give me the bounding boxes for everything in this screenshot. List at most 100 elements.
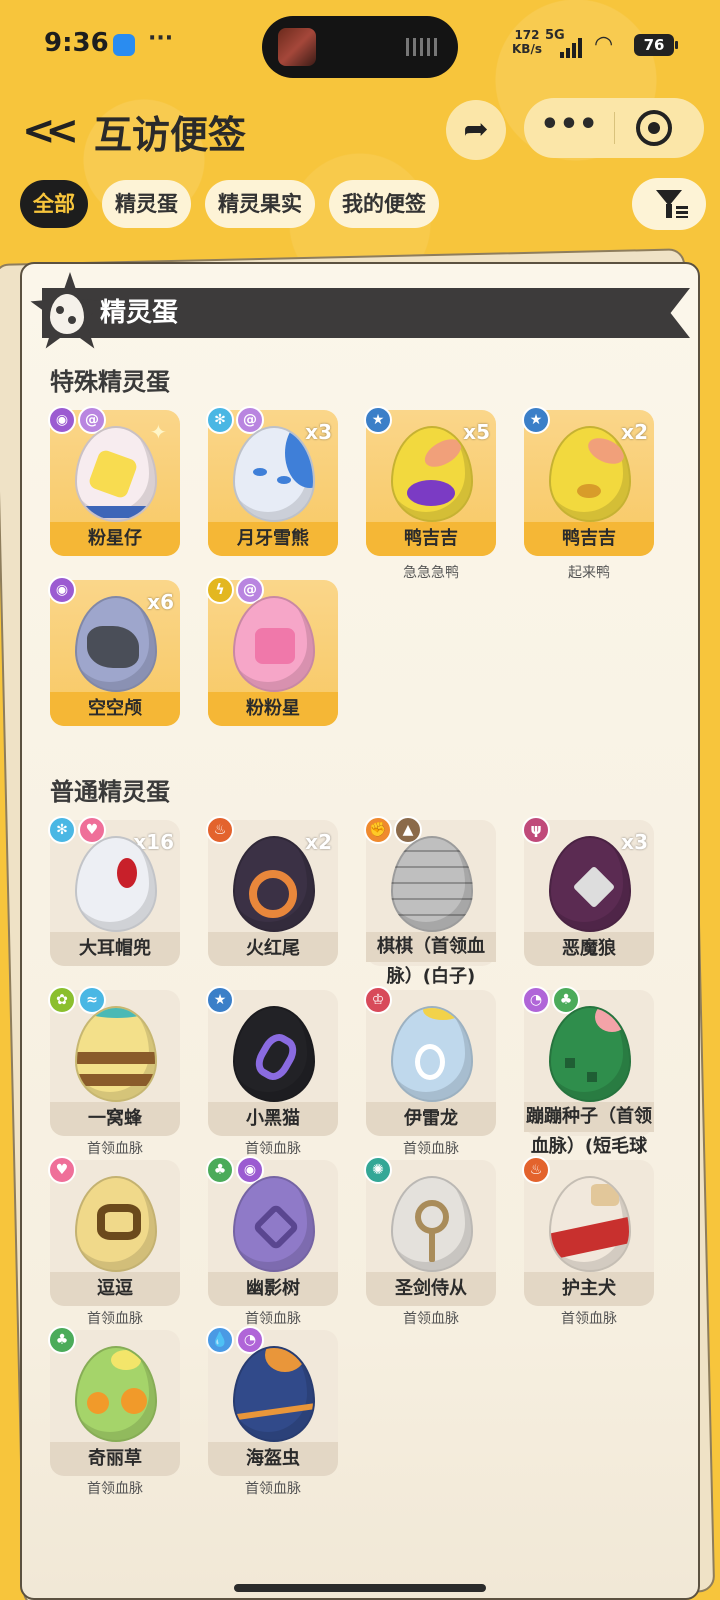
egg-subtext: 首领血脉 bbox=[87, 1311, 143, 1327]
egg-card[interactable]: ψ x3 恶魔狼 bbox=[522, 816, 654, 966]
egg-name: 鸭吉吉 bbox=[524, 522, 654, 556]
page-title: 互访便签 bbox=[94, 113, 247, 157]
star-type-icon: ★ bbox=[206, 986, 234, 1014]
egg-card[interactable]: ◉ @ ✦ 粉星仔 bbox=[48, 406, 180, 556]
egg-card[interactable]: ♨ 护主犬 bbox=[522, 1156, 654, 1306]
egg-card[interactable]: ✻ @ x3 月牙雪熊 bbox=[206, 406, 338, 556]
battery-indicator: 76 bbox=[634, 34, 678, 56]
ghost-type-icon: ◉ bbox=[48, 406, 76, 434]
tab-fruits[interactable]: 精灵果实 bbox=[205, 180, 315, 228]
egg-subtext: 首领血脉 bbox=[561, 1311, 617, 1327]
egg-image bbox=[391, 426, 473, 522]
egg-name: 逗逗 bbox=[50, 1272, 180, 1306]
egg-card[interactable]: ♣ ◉ 幽影树 bbox=[206, 1156, 338, 1306]
tab-my-notes[interactable]: 我的便签 bbox=[329, 180, 439, 228]
normal-eggs-title: 普通精灵蛋 bbox=[50, 778, 170, 806]
fighting-type-icon: ✊ bbox=[364, 816, 392, 844]
egg-card[interactable]: ♨ x2 火红尾 bbox=[206, 816, 338, 966]
filter-button[interactable] bbox=[632, 178, 706, 230]
grass-type-icon: ♣ bbox=[48, 1326, 76, 1354]
dragon-type-icon: ♔ bbox=[364, 986, 392, 1014]
spirit-type-icon: ◔ bbox=[522, 986, 550, 1014]
egg-card[interactable]: ✻ ♥ x16 大耳帽兜 bbox=[48, 816, 180, 966]
tab-all[interactable]: 全部 bbox=[20, 180, 88, 228]
egg-name: 鸭吉吉 bbox=[366, 522, 496, 556]
egg-image bbox=[75, 426, 157, 522]
egg-name: 护主犬 bbox=[524, 1272, 654, 1306]
star-type-icon: ★ bbox=[522, 406, 550, 434]
dynamic-island[interactable] bbox=[262, 16, 458, 78]
egg-subtext: 首领血脉 bbox=[245, 1481, 301, 1497]
target-close-icon[interactable] bbox=[636, 110, 672, 146]
egg-name: 粉星仔 bbox=[50, 522, 180, 556]
egg-name: 大耳帽兜 bbox=[50, 932, 180, 966]
filter-tabs: 全部 精灵蛋 精灵果实 我的便签 bbox=[20, 180, 439, 228]
egg-icon bbox=[50, 294, 84, 334]
network-speed: 172 KB/s bbox=[512, 28, 542, 56]
egg-subtext: 首领血脉 bbox=[87, 1481, 143, 1497]
egg-image bbox=[75, 1176, 157, 1272]
egg-name: 火红尾 bbox=[208, 932, 338, 966]
egg-image bbox=[233, 1006, 315, 1102]
tab-eggs[interactable]: 精灵蛋 bbox=[102, 180, 191, 228]
egg-image bbox=[549, 1176, 631, 1272]
egg-card[interactable]: ♥ 逗逗 bbox=[48, 1156, 180, 1306]
egg-name-line1: 棋棋（首领血 bbox=[366, 932, 496, 962]
filter-stem bbox=[666, 204, 672, 218]
egg-name: 海盔虫 bbox=[208, 1442, 338, 1476]
egg-card[interactable]: ♔ 伊雷龙 bbox=[364, 986, 496, 1136]
network-speed-unit: KB/s bbox=[512, 42, 542, 56]
egg-image bbox=[391, 1006, 473, 1102]
capsule-divider bbox=[614, 112, 615, 144]
wifi-icon: ◠ bbox=[594, 32, 614, 57]
filter-lines bbox=[676, 206, 688, 218]
egg-name: 奇丽草 bbox=[50, 1442, 180, 1476]
egg-card[interactable]: ★ x2 鸭吉吉 bbox=[522, 406, 654, 556]
share-button[interactable]: ➦ bbox=[446, 100, 506, 160]
water-type-icon: 💧 bbox=[206, 1326, 234, 1354]
egg-card[interactable]: ♣ 奇丽草 bbox=[48, 1326, 180, 1476]
bug-type-icon: ✿ bbox=[48, 986, 76, 1014]
signal-icon bbox=[560, 36, 586, 58]
egg-image bbox=[391, 836, 473, 932]
egg-image bbox=[391, 1176, 473, 1272]
egg-card[interactable]: ★ 小黑猫 bbox=[206, 986, 338, 1136]
egg-card[interactable]: ✺ 圣剑侍从 bbox=[364, 1156, 496, 1306]
grass-type-icon: ♣ bbox=[206, 1156, 234, 1184]
egg-card[interactable]: ★ x5 鸭吉吉 bbox=[364, 406, 496, 556]
miniapp-capsule: ••• bbox=[524, 98, 704, 158]
egg-card[interactable]: ✿ ≈ 一窝蜂 bbox=[48, 986, 180, 1136]
egg-name: 幽影树 bbox=[208, 1272, 338, 1306]
egg-subtext: 首领血脉 bbox=[403, 1141, 459, 1157]
egg-subtext: 首领血脉 bbox=[245, 1311, 301, 1327]
ice-type-icon: ✻ bbox=[206, 406, 234, 434]
egg-image bbox=[75, 1346, 157, 1442]
egg-card[interactable]: 💧 ◔ 海盔虫 bbox=[206, 1326, 338, 1476]
home-indicator[interactable] bbox=[234, 1584, 486, 1592]
network-speed-value: 172 bbox=[514, 28, 540, 42]
back-button[interactable]: << bbox=[22, 108, 79, 154]
fire-type-icon: ♨ bbox=[206, 816, 234, 844]
capsule-more-button[interactable]: ••• bbox=[524, 98, 614, 158]
egg-card[interactable]: ϟ @ 粉粉星 bbox=[206, 576, 338, 726]
egg-subtext: 首领血脉 bbox=[245, 1141, 301, 1157]
status-time: 9:36 bbox=[44, 28, 109, 58]
lightning-type-icon: ϟ bbox=[206, 576, 234, 604]
audio-wave-icon bbox=[406, 38, 440, 56]
egg-count: x2 bbox=[305, 830, 332, 854]
fire-type-icon: ♨ bbox=[522, 1156, 550, 1184]
egg-image bbox=[233, 1176, 315, 1272]
egg-subtext: 急急急鸭 bbox=[403, 565, 459, 581]
egg-subtext: 起来鸭 bbox=[568, 565, 610, 581]
egg-image bbox=[75, 1006, 157, 1102]
egg-image bbox=[233, 836, 315, 932]
egg-count: x6 bbox=[147, 590, 174, 614]
sparkle-icon: ✦ bbox=[150, 420, 167, 444]
status-bar: 9:36 ··· 172 KB/s 5G ◠ 76 bbox=[0, 0, 720, 90]
egg-image bbox=[549, 836, 631, 932]
egg-name: 粉粉星 bbox=[208, 692, 338, 726]
egg-card[interactable]: ◉ x6 空空颅 bbox=[48, 576, 180, 726]
ice-type-icon: ✻ bbox=[48, 816, 76, 844]
egg-image bbox=[75, 596, 157, 692]
egg-name: 月牙雪熊 bbox=[208, 522, 338, 556]
